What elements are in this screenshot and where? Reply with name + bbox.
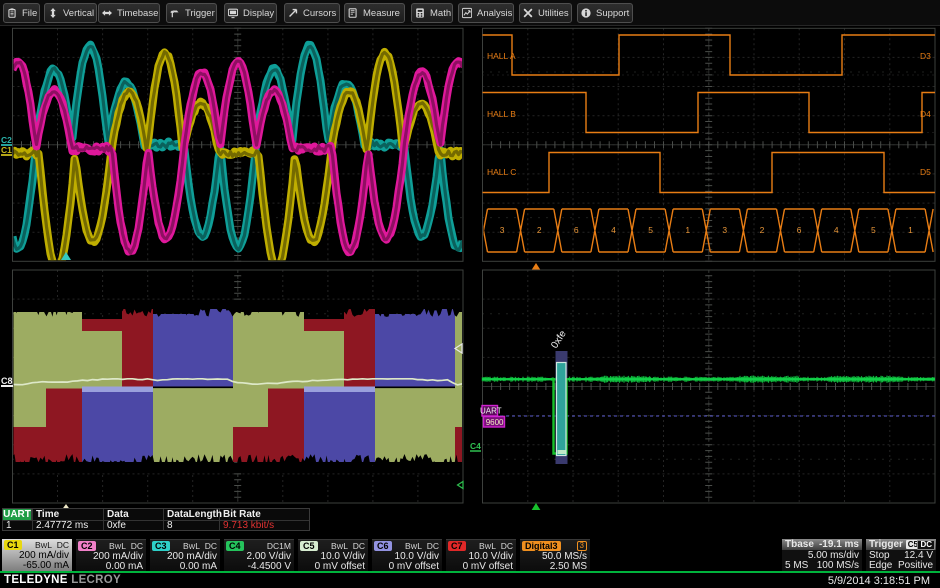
svg-text:2: 2 xyxy=(760,225,765,235)
svg-text:2: 2 xyxy=(537,225,542,235)
svg-text:HALL C: HALL C xyxy=(487,167,516,177)
svg-text:6: 6 xyxy=(574,225,579,235)
svg-text:C1: C1 xyxy=(1,145,12,155)
svg-text:0xfe: 0xfe xyxy=(549,328,569,350)
svg-text:3: 3 xyxy=(500,225,505,235)
svg-text:6: 6 xyxy=(797,225,802,235)
svg-text:1: 1 xyxy=(685,225,690,235)
svg-text:C8: C8 xyxy=(1,376,13,386)
svg-text:5: 5 xyxy=(871,225,876,235)
svg-text:HALL A: HALL A xyxy=(487,51,516,61)
svg-text:D4: D4 xyxy=(920,109,931,119)
svg-text:4: 4 xyxy=(611,225,616,235)
svg-text:3: 3 xyxy=(722,225,727,235)
svg-text:D5: D5 xyxy=(920,167,931,177)
svg-text:UART: UART xyxy=(480,407,502,416)
svg-text:1: 1 xyxy=(908,225,913,235)
svg-text:HALL B: HALL B xyxy=(487,109,516,119)
svg-text:D3: D3 xyxy=(920,51,931,61)
svg-text:C4: C4 xyxy=(470,441,481,451)
svg-text:4: 4 xyxy=(834,225,839,235)
svg-text:5: 5 xyxy=(648,225,653,235)
svg-text:C2: C2 xyxy=(1,135,12,145)
svg-text:9600: 9600 xyxy=(486,418,504,427)
